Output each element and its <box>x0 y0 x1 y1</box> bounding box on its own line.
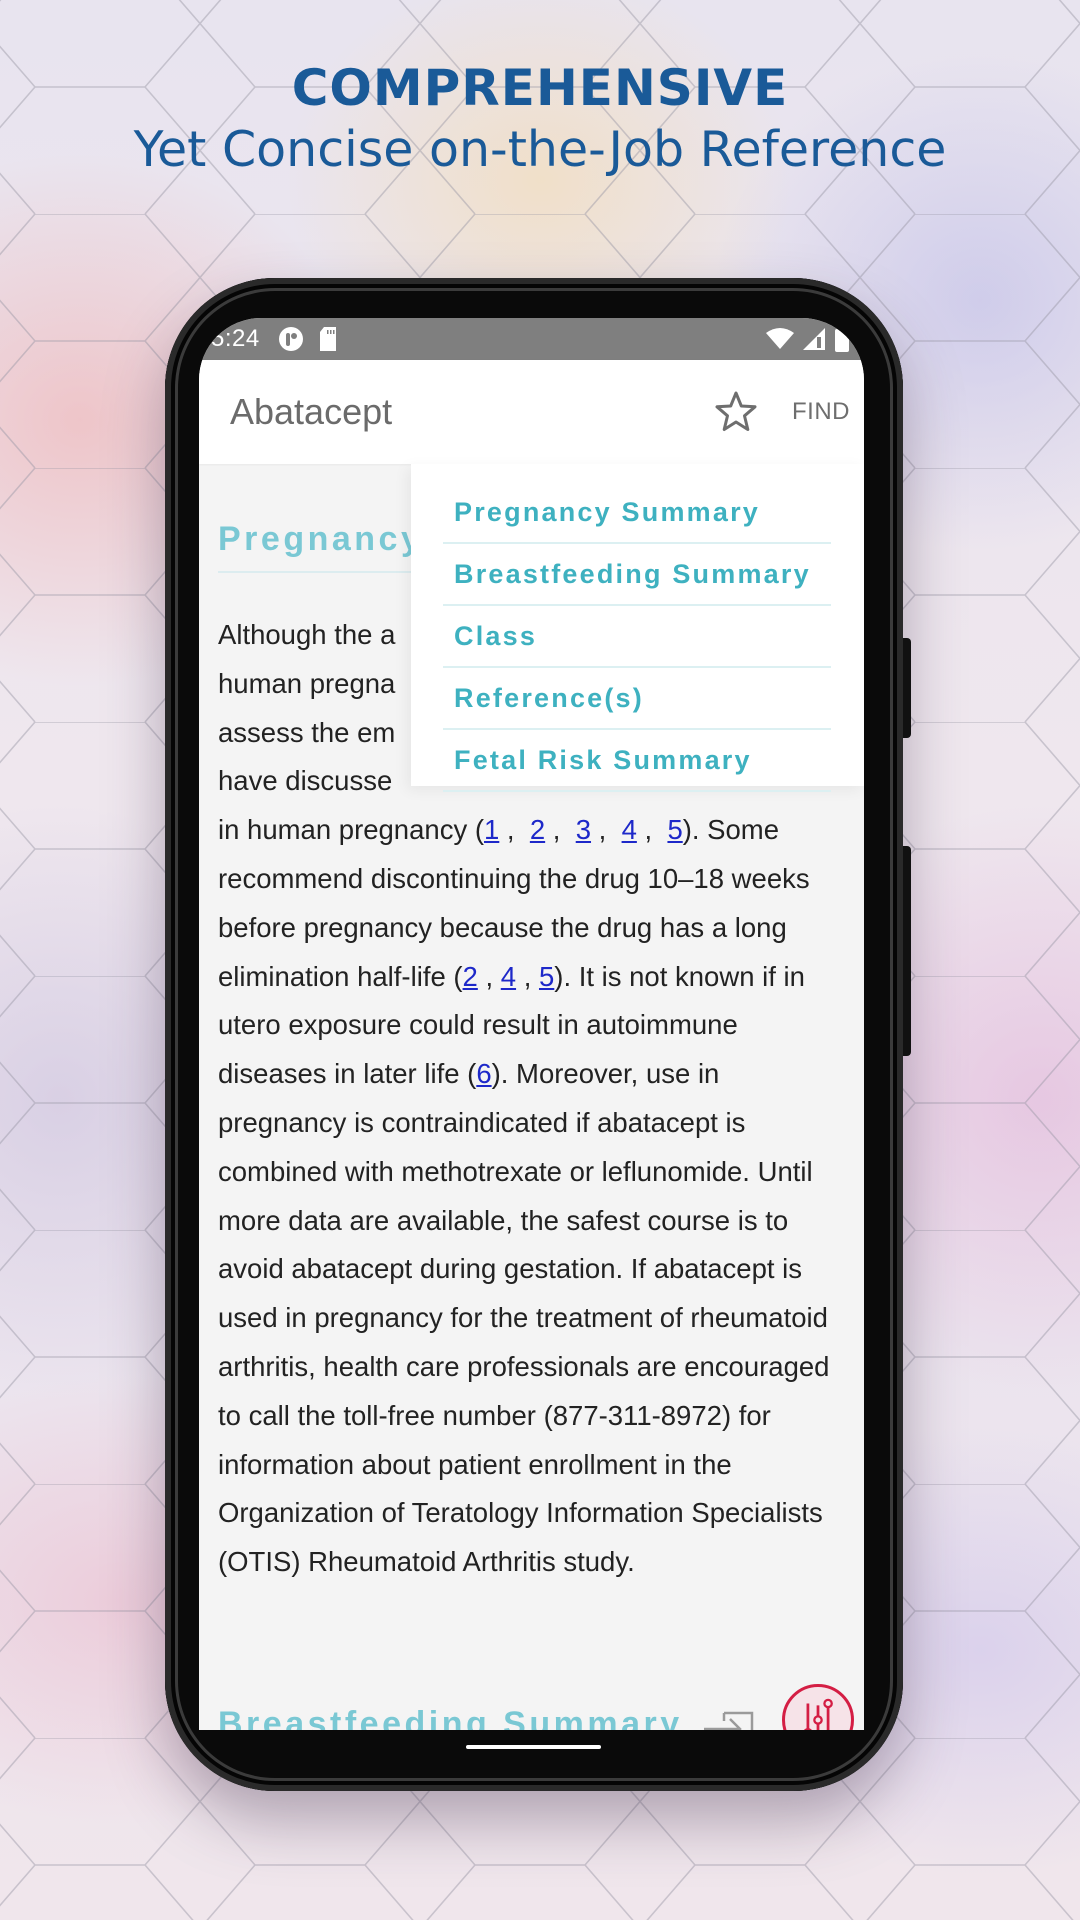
status-time: 5:24 <box>211 325 260 352</box>
reference-link[interactable]: 4 <box>622 814 637 845</box>
reference-link[interactable]: 5 <box>667 814 682 845</box>
reference-link[interactable]: 2 <box>463 961 478 992</box>
phone-frame: 5:24 Abatacept FIND Pregnancy Although t… <box>165 278 911 1791</box>
promo-headline: COMPREHENSIVE Yet Concise on-the-Job Ref… <box>0 58 1080 182</box>
menu-item-class[interactable]: Class <box>443 606 831 668</box>
headline-title: COMPREHENSIVE <box>291 59 789 117</box>
hidden-line: assess the em <box>218 716 396 748</box>
headline-subtitle: Yet Concise on-the-Job Reference <box>133 121 947 178</box>
sliders-icon[interactable] <box>782 1684 854 1730</box>
menu-item-fetal-risk-summary[interactable]: Fetal Risk Summary <box>443 730 831 792</box>
battery-icon <box>835 326 849 352</box>
reference-link[interactable]: 3 <box>576 814 591 845</box>
reference-link[interactable]: 2 <box>530 814 545 845</box>
phone-screen: 5:24 Abatacept FIND Pregnancy Although t… <box>199 318 864 1730</box>
favorite-star-icon[interactable] <box>714 390 758 434</box>
phone-volume-button <box>903 638 911 738</box>
enter-arrow-icon[interactable] <box>702 1707 756 1730</box>
home-indicator[interactable] <box>466 1745 601 1749</box>
reference-link[interactable]: 4 <box>501 961 516 992</box>
text-run: ). Moreover, use in pregnancy is contrai… <box>218 1058 830 1578</box>
drug-title: Abatacept <box>230 391 393 432</box>
reference-link[interactable]: 6 <box>476 1058 491 1089</box>
hidden-line: have discusse <box>218 765 393 797</box>
sd-card-icon <box>319 327 336 351</box>
phone-power-button <box>903 846 911 1056</box>
cellular-signal-icon <box>803 328 825 350</box>
status-bar: 5:24 <box>199 318 864 360</box>
text-run: in human pregnancy ( <box>218 814 484 846</box>
menu-item-pregnancy-summary[interactable]: Pregnancy Summary <box>443 482 831 544</box>
app-notification-icon <box>278 327 303 351</box>
section-jump-menu: Pregnancy Summary Breastfeeding Summary … <box>411 464 864 792</box>
app-bar: Abatacept FIND <box>199 360 864 464</box>
reference-link[interactable]: 5 <box>539 961 554 992</box>
reference-link[interactable]: 1 <box>484 814 499 845</box>
wifi-icon <box>766 328 794 349</box>
section-title-breastfeeding: Breastfeeding Summary <box>218 1705 683 1730</box>
menu-item-breastfeeding-summary[interactable]: Breastfeeding Summary <box>443 544 831 606</box>
hidden-line: human pregna <box>218 667 396 699</box>
hidden-line: Although the a <box>218 619 396 650</box>
section-breastfeeding[interactable]: Breastfeeding Summary <box>218 1705 842 1730</box>
menu-item-references[interactable]: Reference(s) <box>443 668 831 730</box>
find-button[interactable]: FIND <box>792 398 850 426</box>
